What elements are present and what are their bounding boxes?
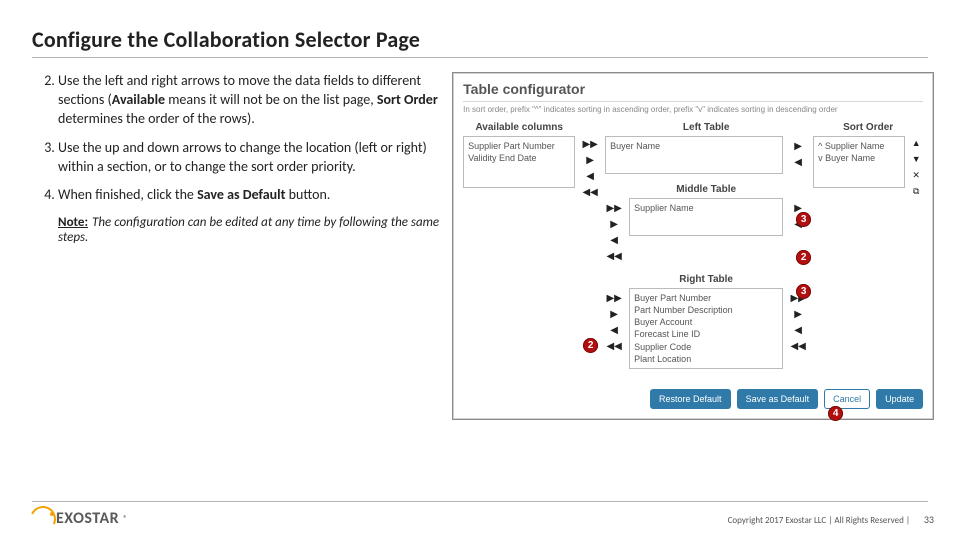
header-sort-order: Sort Order [813, 122, 923, 133]
list-item[interactable]: v Buyer Name [818, 152, 900, 164]
available-listbox[interactable]: Supplier Part Number Validity End Date [463, 136, 575, 188]
middle-table-listbox[interactable]: Supplier Name [629, 198, 783, 236]
move-up-icon[interactable]: ▲ [909, 136, 923, 150]
exostar-logo: EXOSTAR® [32, 509, 128, 528]
move-left-icon[interactable]: ◀ [605, 324, 623, 338]
list-item[interactable]: Plant Location [634, 353, 778, 365]
cancel-button[interactable]: Cancel [824, 389, 870, 409]
move-left-all-icon[interactable]: ◀◀ [605, 340, 623, 354]
right-table-listbox[interactable]: Buyer Part Number Part Number Descriptio… [629, 288, 783, 369]
list-item[interactable]: Supplier Code [634, 341, 778, 353]
list-item[interactable]: Part Number Description [634, 304, 778, 316]
update-button[interactable]: Update [876, 389, 923, 409]
left-table-listbox[interactable]: Buyer Name [605, 136, 783, 174]
list-item[interactable]: Buyer Part Number [634, 292, 778, 304]
step-2: Use the left and right arrows to move th… [58, 72, 444, 129]
screenshot-table-configurator: Table configurator In sort order, prefix… [452, 72, 934, 420]
move-right-icon[interactable]: ▶ [605, 308, 623, 322]
callout-4: 4 [828, 406, 843, 421]
arrow-stack-available: ▶▶ ▶ ◀ ◀◀ [581, 122, 599, 200]
move-right-icon[interactable]: ▶ [605, 218, 623, 232]
move-left-all-icon[interactable]: ◀◀ [581, 186, 599, 200]
step-4: When finished, click the Save as Default… [58, 186, 444, 205]
move-left-icon[interactable]: ◀ [581, 170, 599, 184]
list-item[interactable]: Forecast Line ID [634, 328, 778, 340]
footer-rule [32, 501, 928, 502]
move-left-all-icon[interactable]: ◀◀ [789, 340, 807, 354]
list-item[interactable]: Validity End Date [468, 152, 570, 164]
header-middle-table: Middle Table [605, 184, 807, 195]
list-item[interactable]: Buyer Account [634, 316, 778, 328]
move-right-icon[interactable]: ▶ [789, 140, 807, 154]
header-right-table: Right Table [605, 274, 807, 285]
move-right-all-icon[interactable]: ▶▶ [581, 138, 599, 152]
header-available: Available columns [463, 122, 575, 133]
list-item[interactable]: ^ Supplier Name [818, 140, 900, 152]
step-list: Use the left and right arrows to move th… [32, 72, 444, 205]
page-number: 33 [924, 513, 934, 526]
screenshot-title: Table configurator [463, 81, 923, 102]
callout-3: 3 [796, 212, 811, 227]
restore-default-button[interactable]: Restore Default [650, 389, 731, 409]
move-down-icon[interactable]: ▼ [909, 152, 923, 166]
move-right-all-icon[interactable]: ▶▶ [605, 292, 623, 306]
callout-3: 3 [796, 284, 811, 299]
move-right-icon[interactable]: ▶ [581, 154, 599, 168]
list-item[interactable]: Supplier Name [634, 202, 778, 214]
callout-2: 2 [583, 338, 598, 353]
list-item[interactable]: Supplier Part Number [468, 140, 570, 152]
step-3: Use the up and down arrows to change the… [58, 139, 444, 177]
screenshot-help-text: In sort order, prefix "^" indicates sort… [463, 105, 923, 114]
save-as-default-button[interactable]: Save as Default [737, 389, 819, 409]
remove-icon[interactable]: ✕ [909, 168, 923, 182]
move-left-icon[interactable]: ◀ [789, 156, 807, 170]
move-right-all-icon[interactable]: ▶▶ [605, 202, 623, 216]
move-right-icon[interactable]: ▶ [789, 308, 807, 322]
logo-swoosh-icon [32, 512, 54, 526]
copyright-text: Copyright 2017 Exostar LLC | All Rights … [728, 515, 910, 526]
move-left-all-icon[interactable]: ◀◀ [605, 250, 623, 264]
move-left-icon[interactable]: ◀ [789, 324, 807, 338]
move-left-icon[interactable]: ◀ [605, 234, 623, 248]
copy-icon[interactable]: ⧉ [909, 184, 923, 198]
page-title: Configure the Collaboration Selector Pag… [32, 26, 928, 58]
note: Note:The configuration can be edited at … [58, 215, 444, 245]
header-left-table: Left Table [605, 122, 807, 133]
list-item[interactable]: Buyer Name [610, 140, 778, 152]
callout-2: 2 [796, 250, 811, 265]
sort-order-listbox[interactable]: ^ Supplier Name v Buyer Name [813, 136, 905, 188]
